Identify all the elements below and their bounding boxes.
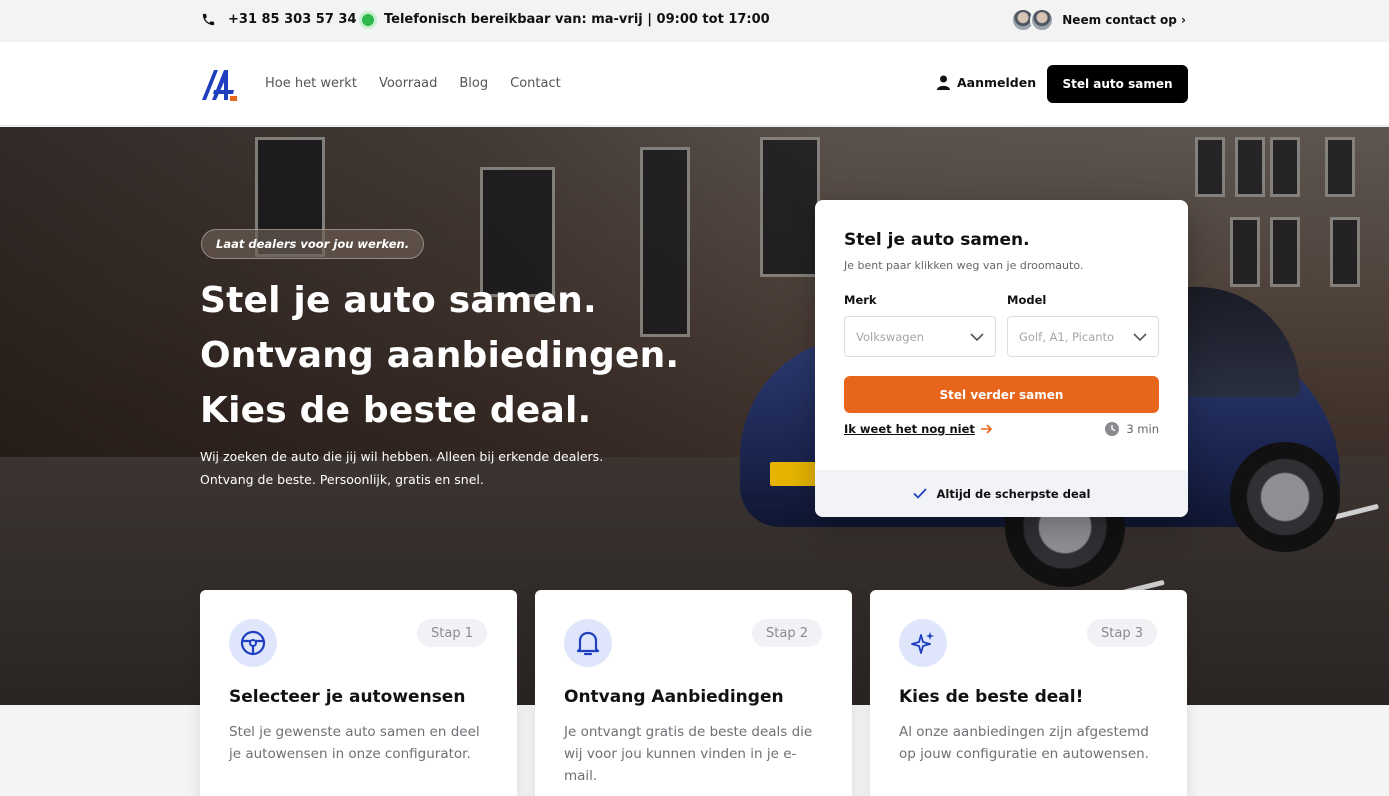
step-card-1: Stap 1 Selecteer je autowensen Stel je g… (200, 590, 517, 796)
footer-text: Altijd de scherpste deal (936, 486, 1091, 501)
brand-select[interactable]: Volkswagen (844, 316, 996, 357)
nav-link-contact[interactable]: Contact (510, 76, 561, 91)
status-dot-icon (362, 13, 374, 26)
nav-link-how-it-works[interactable]: Hoe het werkt (265, 76, 357, 91)
not-sure-label: Ik weet het nog niet (844, 422, 975, 436)
brand-select-value: Volkswagen (856, 329, 924, 344)
chevron-down-icon (970, 333, 984, 342)
nav-link-blog[interactable]: Blog (459, 76, 488, 91)
model-select-value: Golf, A1, Picanto (1019, 329, 1115, 344)
step-badge: Stap 1 (417, 619, 487, 647)
configurator-footer: Altijd de scherpste deal (815, 470, 1188, 517)
contact-link-label: Neem contact op › (1062, 13, 1186, 27)
nav-link-stock[interactable]: Voorraad (379, 76, 437, 91)
duration-indicator: 3 min (1105, 422, 1159, 436)
step-description: Al onze aanbiedingen zijn afgestemd op j… (899, 724, 1149, 762)
user-icon (937, 75, 950, 90)
continue-configure-button[interactable]: Stel verder samen (844, 376, 1159, 413)
step-title: Kies de beste deal! (899, 687, 1084, 707)
bell-icon (564, 619, 612, 667)
brand-label: Merk (844, 293, 877, 307)
step-title: Ontvang Aanbiedingen (564, 687, 784, 707)
subtext-line: Wij zoeken de auto die jij wil hebben. A… (200, 449, 604, 464)
step-badge: Stap 2 (752, 619, 822, 647)
background-window (1235, 137, 1265, 197)
background-window (1325, 137, 1355, 197)
availability: Telefonisch bereikbaar van: ma-vrij | 09… (362, 12, 770, 27)
not-sure-link[interactable]: Ik weet het nog niet (844, 422, 993, 436)
background-window (760, 137, 820, 277)
car-wheel (1230, 442, 1340, 552)
duration-text: 3 min (1126, 422, 1159, 436)
step-title: Selecteer je autowensen (229, 687, 466, 707)
configurator-card: Stel je auto samen. Je bent paar klikken… (815, 200, 1188, 517)
step-description: Je ontvangt gratis de beste deals die wi… (564, 724, 813, 784)
clock-icon (1105, 422, 1120, 436)
avatar (1030, 8, 1055, 32)
configurator-title: Stel je auto samen. (844, 230, 1030, 250)
step-card-2: Stap 2 Ontvang Aanbiedingen Je ontvangt … (535, 590, 852, 796)
nav-links: Hoe het werkt Voorraad Blog Contact (265, 76, 561, 91)
hero-badge: Laat dealers voor jou werken. (201, 229, 425, 259)
login-button[interactable]: Aanmelden (937, 75, 1036, 90)
hero-headline: Stel je auto samen. Ontvang aanbiedingen… (200, 273, 679, 438)
steering-wheel-icon (229, 619, 277, 667)
contact-link[interactable]: Neem contact op › (1011, 8, 1186, 32)
team-avatars (1011, 8, 1055, 32)
background-window (1195, 137, 1225, 197)
subtext-line: Ontvang de beste. Persoonlijk, gratis en… (200, 472, 484, 487)
chevron-down-icon (1133, 333, 1147, 342)
top-info-bar: +31 85 303 57 34 Telefonisch bereikbaar … (0, 0, 1389, 42)
main-nav: Hoe het werkt Voorraad Blog Contact Aanm… (0, 42, 1389, 126)
arrow-right-icon (980, 424, 993, 434)
logo-icon[interactable] (200, 66, 238, 104)
check-icon (912, 488, 927, 499)
phone-number: +31 85 303 57 34 (228, 12, 357, 27)
model-select[interactable]: Golf, A1, Picanto (1007, 316, 1159, 357)
headline-line: Ontvang aanbiedingen. (200, 335, 680, 376)
headline-line: Stel je auto samen. (200, 280, 597, 321)
phone-contact[interactable]: +31 85 303 57 34 (201, 12, 357, 27)
model-label: Model (1007, 293, 1047, 307)
step-description: Stel je gewenste auto samen en deel je a… (229, 724, 480, 762)
login-label: Aanmelden (957, 75, 1037, 90)
sparkles-icon (899, 619, 947, 667)
background-window (1270, 137, 1300, 197)
step-badge: Stap 3 (1087, 619, 1157, 647)
availability-text: Telefonisch bereikbaar van: ma-vrij | 09… (384, 12, 770, 27)
hero-subtext: Wij zoeken de auto die jij wil hebben. A… (200, 445, 603, 491)
configure-car-button[interactable]: Stel auto samen (1047, 65, 1188, 103)
step-card-3: Stap 3 Kies de beste deal! Al onze aanbi… (870, 590, 1187, 796)
configurator-description: Je bent paar klikken weg van je droomaut… (844, 259, 1084, 272)
phone-icon (202, 13, 215, 26)
headline-line: Kies de beste deal. (200, 390, 592, 431)
